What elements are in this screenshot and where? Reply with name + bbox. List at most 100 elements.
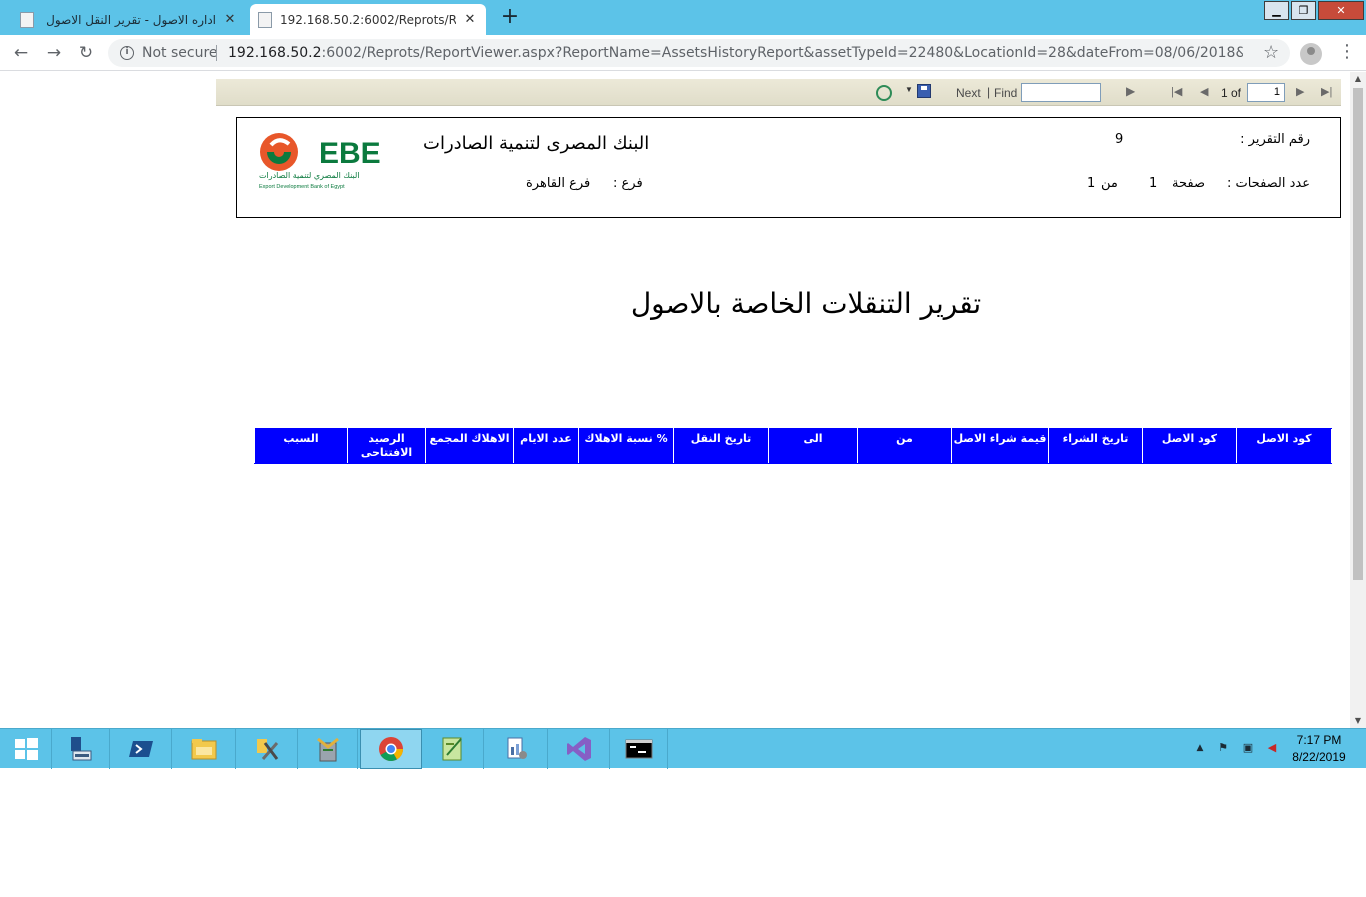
export-dropdown-icon[interactable]: ▼	[905, 85, 913, 94]
save-icon[interactable]	[917, 84, 931, 98]
column-header: الاهلاك المجمع	[425, 428, 514, 464]
page-number-input[interactable]: 1	[1247, 83, 1285, 102]
scrollbar-thumb[interactable]	[1353, 88, 1363, 580]
url-host: 192.168.50.2	[228, 45, 322, 61]
browser-tab-strip: اداره الاصول - تقرير النقل الاصول ✕ 192.…	[0, 0, 1366, 35]
column-header: تاريخ الشراء	[1048, 428, 1143, 464]
start-icon	[14, 738, 38, 760]
server-manager-icon	[70, 737, 91, 761]
cmd-icon	[625, 739, 652, 759]
column-header: من	[857, 428, 952, 464]
last-page-icon[interactable]: ▶|	[1321, 85, 1332, 98]
current-page-number: 1	[1149, 176, 1158, 191]
ebe-logo: EBE البنك المصري لتنمية الصادرات Export …	[259, 133, 381, 190]
column-header: الرصيد الافتتاحى	[347, 428, 426, 464]
bank-name: البنك المصرى لتنمية الصادرات	[423, 133, 650, 154]
vertical-scrollbar[interactable]: ▲ ▼	[1350, 72, 1366, 728]
desktop-below-area	[0, 769, 1366, 897]
star-icon[interactable]: ☆	[1263, 42, 1279, 63]
menu-icon[interactable]: ⋮	[1338, 41, 1356, 62]
tab-title: اداره الاصول - تقرير النقل الاصول	[46, 12, 216, 27]
scroll-up-icon[interactable]: ▲	[1350, 72, 1366, 86]
find-go-icon[interactable]: ▶	[1126, 84, 1135, 98]
taskbar-visual-studio[interactable]	[548, 729, 610, 769]
url-text[interactable]: 192.168.50.2:6002/Reprots/ReportViewer.a…	[228, 45, 1243, 61]
report-table: كود الاصل كود الاصل تاريخ الشراء قيمة شر…	[254, 428, 1332, 464]
url-separator	[216, 45, 217, 61]
profile-icon[interactable]	[1300, 43, 1322, 65]
close-window-button[interactable]: ✕	[1318, 1, 1364, 20]
refresh-icon[interactable]	[876, 85, 892, 101]
show-hidden-icons[interactable]: ▲	[1192, 740, 1208, 756]
report-viewer-toolbar: ▼ Next | Find ▶ |◀ ◀ 1 of 1 ▶ ▶|	[216, 79, 1341, 106]
action-center-flag-icon[interactable]: ⚑	[1215, 740, 1231, 756]
speaker-muted-icon[interactable]: ◀	[1264, 740, 1280, 756]
taskbar-admin-tools[interactable]	[236, 729, 298, 769]
taskbar-notepad-plus[interactable]	[422, 729, 484, 769]
table-header-row: كود الاصل كود الاصل تاريخ الشراء قيمة شر…	[254, 428, 1332, 464]
of-word: من	[1101, 176, 1118, 191]
taskbar-chrome[interactable]	[360, 729, 422, 769]
find-input[interactable]	[1021, 83, 1101, 102]
start-button[interactable]	[0, 729, 52, 769]
tools-icon	[256, 739, 278, 760]
taskbar-powershell[interactable]	[110, 729, 172, 769]
taskbar-server-manager[interactable]	[52, 729, 110, 769]
security-label[interactable]: Not secure	[142, 45, 218, 61]
minimize-button[interactable]: ▁	[1264, 1, 1289, 20]
page-icon	[258, 11, 272, 28]
reload-icon[interactable]: ↻	[74, 41, 98, 65]
page-icon	[20, 11, 34, 28]
first-page-icon[interactable]: |◀	[1171, 85, 1182, 98]
branch-label: فرع :	[613, 176, 643, 191]
logo-english: Export Development Bank of Egypt	[259, 184, 345, 190]
address-bar-row: ← → ↻ i Not secure 192.168.50.2:6002/Rep…	[0, 35, 1366, 71]
column-header: تاريخ النقل	[673, 428, 769, 464]
column-header: السبب	[254, 428, 348, 464]
column-header: الى	[768, 428, 858, 464]
tab-title: 192.168.50.2:6002/Reprots/Repo	[280, 12, 456, 27]
notepad-plus-icon	[442, 737, 462, 761]
maximize-button[interactable]: ❐	[1291, 1, 1316, 20]
close-tab-icon[interactable]: ✕	[462, 12, 478, 27]
total-page-number: 1	[1087, 176, 1096, 191]
logo-text: EBE	[319, 137, 381, 170]
report-number-value: 9	[1115, 132, 1124, 147]
scroll-down-icon[interactable]: ▼	[1350, 714, 1366, 728]
clock-date[interactable]: 8/22/2019	[1284, 750, 1354, 764]
tab-report-viewer[interactable]: 192.168.50.2:6002/Reprots/Repo ✕	[250, 4, 486, 35]
info-icon[interactable]: i	[120, 46, 134, 60]
find-next-link[interactable]: Next	[956, 86, 981, 100]
tab-assets-management[interactable]: اداره الاصول - تقرير النقل الاصول ✕	[12, 4, 246, 35]
find-link[interactable]: Find	[994, 86, 1017, 100]
new-tab-button[interactable]: +	[498, 6, 522, 30]
report-header-box: EBE البنك المصري لتنمية الصادرات Export …	[236, 117, 1341, 218]
taskbar-sql-server[interactable]	[298, 729, 358, 769]
toolbar-separator: |	[987, 85, 991, 99]
powershell-icon	[128, 741, 153, 757]
logo-arabic: البنك المصري لتنمية الصادرات	[259, 171, 360, 180]
taskbar-file-explorer[interactable]	[172, 729, 236, 769]
page-of-label: 1 of	[1221, 86, 1242, 100]
sql-server-icon	[316, 737, 339, 762]
url-path: :6002/Reprots/ReportViewer.aspx?ReportNa…	[321, 45, 1243, 61]
report-builder-icon	[507, 737, 527, 759]
column-header: % نسبة الاهلاك	[578, 428, 674, 464]
clock-time[interactable]: 7:17 PM	[1284, 733, 1354, 747]
report-number-label: رقم التقرير :	[1240, 132, 1310, 147]
back-arrow-icon[interactable]: ←	[9, 41, 33, 65]
taskbar-report-builder[interactable]	[484, 729, 548, 769]
column-header: قيمة شراء الاصل	[951, 428, 1049, 464]
omnibox[interactable]: i Not secure 192.168.50.2:6002/Reprots/R…	[108, 39, 1290, 67]
page-word: صفحة	[1172, 176, 1205, 191]
file-explorer-icon	[191, 739, 216, 760]
column-header: كود الاصل	[1142, 428, 1237, 464]
previous-page-icon[interactable]: ◀	[1200, 85, 1208, 98]
next-page-icon[interactable]: ▶	[1296, 85, 1304, 98]
forward-arrow-icon[interactable]: →	[42, 41, 66, 65]
taskbar-cmd[interactable]	[610, 729, 668, 769]
network-icon[interactable]: ▣	[1240, 740, 1256, 756]
column-header: عدد الايام	[513, 428, 579, 464]
close-tab-icon[interactable]: ✕	[222, 12, 238, 27]
chrome-icon	[379, 737, 403, 762]
